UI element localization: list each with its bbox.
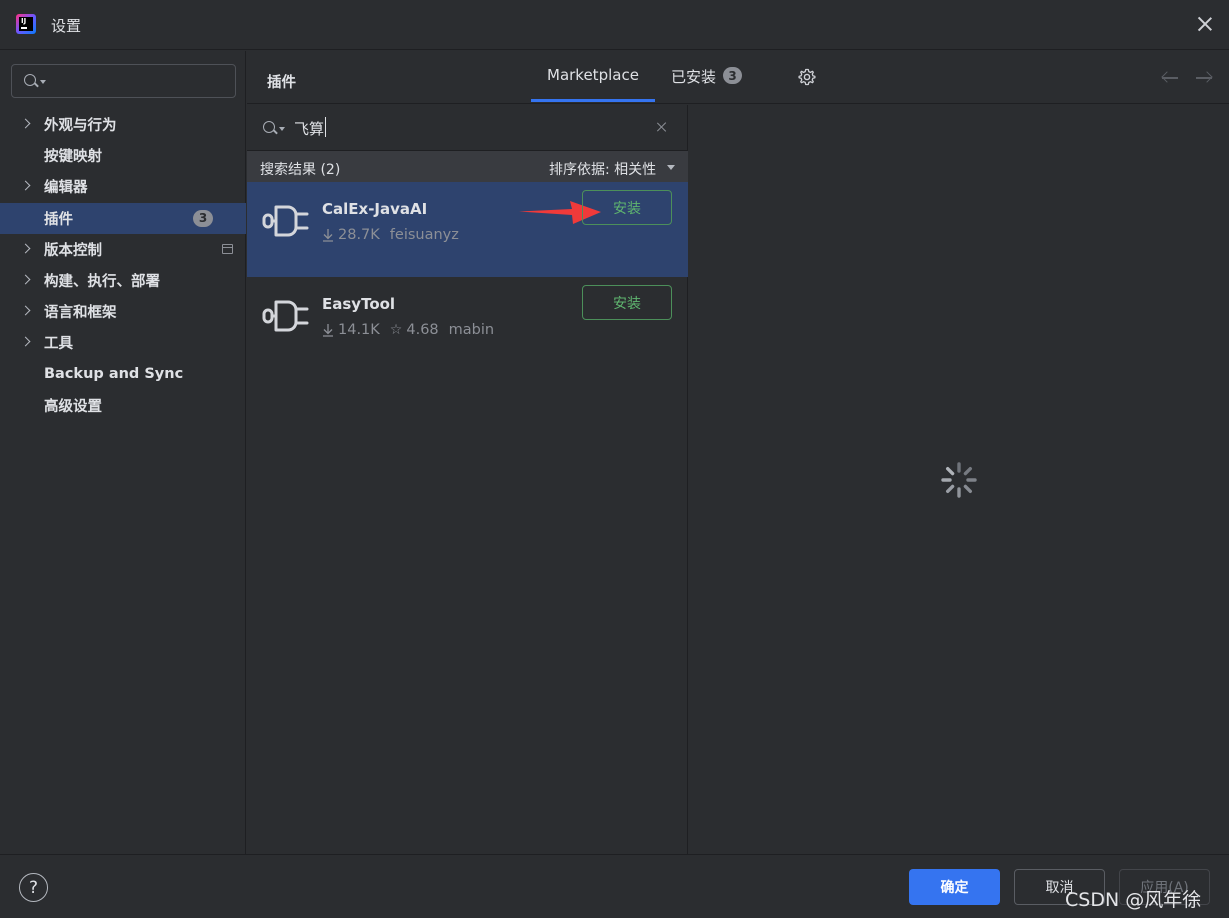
install-button[interactable]: 安装 bbox=[582, 285, 672, 320]
plugins-header: 插件 Marketplace 已安装 3 bbox=[247, 51, 1229, 104]
plugin-meta: 28.7K feisuanyz bbox=[322, 227, 459, 243]
chevron-down-icon bbox=[40, 80, 46, 84]
plugin-name: EasyTool bbox=[322, 295, 396, 313]
sidebar-item-keymap[interactable]: 按键映射 bbox=[0, 140, 246, 171]
sidebar-item-label: 编辑器 bbox=[44, 180, 88, 197]
watermark: CSDN @风年徐 bbox=[1065, 889, 1202, 911]
plugin-vendor: feisuanyz bbox=[389, 227, 459, 243]
download-count: 14.1K bbox=[338, 322, 380, 338]
sidebar-item-label: Backup and Sync bbox=[44, 366, 184, 383]
sidebar-item-build[interactable]: 构建、执行、部署 bbox=[0, 265, 246, 296]
sidebar-item-label: 外观与行为 bbox=[44, 118, 117, 135]
plugin-plug-icon bbox=[262, 205, 309, 237]
tab-marketplace[interactable]: Marketplace bbox=[547, 66, 639, 84]
sidebar-item-appearance[interactable]: 外观与行为 bbox=[0, 109, 246, 140]
page-title: 插件 bbox=[267, 75, 296, 91]
sidebar-item-label: 语言和框架 bbox=[44, 305, 117, 322]
sidebar-item-label: 按键映射 bbox=[44, 149, 102, 166]
download-icon bbox=[323, 229, 333, 242]
plugin-item-easytool[interactable]: EasyTool 14.1K ☆ 4.68 mabin 安装 bbox=[247, 277, 688, 372]
sidebar-item-label: 版本控制 bbox=[44, 242, 102, 259]
chevron-right-icon[interactable] bbox=[20, 336, 31, 347]
dialog-footer: ? 确定 取消 应用(A) CSDN @风年徐 bbox=[0, 854, 1229, 918]
sort-dropdown[interactable]: 排序依据: 相关性 bbox=[549, 159, 656, 179]
ok-button[interactable]: 确定 bbox=[909, 869, 1000, 905]
chevron-down-icon[interactable] bbox=[667, 165, 675, 170]
plugin-name: CalEx-JavaAI bbox=[322, 200, 428, 218]
search-icon bbox=[263, 121, 275, 133]
install-button[interactable]: 安装 bbox=[582, 190, 672, 225]
clear-search-icon[interactable] bbox=[656, 121, 668, 133]
project-scope-icon bbox=[222, 243, 233, 254]
gear-icon[interactable] bbox=[798, 68, 816, 86]
search-icon bbox=[24, 74, 36, 86]
plugin-detail-panel bbox=[689, 105, 1229, 854]
plugin-plug-icon bbox=[262, 300, 309, 332]
download-icon bbox=[323, 324, 333, 337]
forward-arrow-icon[interactable] bbox=[1195, 71, 1213, 85]
plugin-item-calex-javaai[interactable]: CalEx-JavaAI 28.7K feisuanyz 安装 bbox=[247, 182, 688, 277]
results-header: 搜索结果 (2) 排序依据: 相关性 bbox=[247, 151, 688, 182]
plugin-list-panel: 飞算 搜索结果 (2) 排序依据: 相关性 CalEx-JavaAI 28.7K… bbox=[247, 105, 688, 854]
results-count: 搜索结果 (2) bbox=[260, 162, 341, 178]
intellij-logo-icon: IJ bbox=[16, 14, 36, 34]
title-bar: IJ 设置 bbox=[0, 0, 1229, 50]
active-tab-indicator bbox=[531, 99, 655, 102]
sidebar-item-plugins[interactable]: 插件 3 bbox=[0, 202, 246, 234]
window-title: 设置 bbox=[51, 17, 82, 35]
sidebar-item-label: 插件 bbox=[44, 211, 73, 228]
sidebar-item-label: 高级设置 bbox=[44, 398, 102, 415]
sidebar-item-version-control[interactable]: 版本控制 bbox=[0, 234, 246, 265]
sidebar-item-languages[interactable]: 语言和框架 bbox=[0, 296, 246, 327]
plugin-meta: 14.1K ☆ 4.68 mabin bbox=[322, 322, 494, 338]
sidebar-item-label: 构建、执行、部署 bbox=[44, 274, 160, 291]
sidebar-item-advanced[interactable]: 高级设置 bbox=[0, 390, 246, 421]
settings-tree: 外观与行为 按键映射 编辑器 插件 3 版本控制 构建、执行、部署 语言和框架 bbox=[0, 109, 246, 421]
search-query-text[interactable]: 飞算 bbox=[294, 118, 324, 139]
sidebar-item-editor[interactable]: 编辑器 bbox=[0, 171, 246, 202]
plugin-search-input[interactable]: 飞算 bbox=[247, 105, 688, 151]
chevron-right-icon[interactable] bbox=[20, 274, 31, 285]
star-icon: ☆ bbox=[389, 322, 403, 338]
loading-spinner-icon bbox=[941, 462, 977, 498]
chevron-right-icon[interactable] bbox=[20, 118, 31, 129]
plugin-vendor: mabin bbox=[448, 322, 495, 338]
download-count: 28.7K bbox=[338, 227, 380, 243]
chevron-right-icon[interactable] bbox=[20, 243, 31, 254]
settings-search-input[interactable] bbox=[11, 64, 236, 98]
chevron-right-icon[interactable] bbox=[20, 180, 31, 191]
installed-count-badge: 3 bbox=[723, 67, 742, 84]
back-arrow-icon[interactable] bbox=[1161, 71, 1179, 85]
updates-count-badge: 3 bbox=[193, 209, 213, 227]
settings-sidebar: 外观与行为 按键映射 编辑器 插件 3 版本控制 构建、执行、部署 语言和框架 bbox=[0, 51, 246, 854]
text-cursor bbox=[325, 117, 326, 137]
help-button[interactable]: ? bbox=[19, 873, 48, 902]
sidebar-item-backup-sync[interactable]: Backup and Sync bbox=[0, 359, 246, 390]
chevron-down-icon bbox=[279, 127, 285, 131]
plugin-rating: 4.68 bbox=[406, 322, 439, 338]
sidebar-item-tools[interactable]: 工具 bbox=[0, 327, 246, 358]
chevron-right-icon[interactable] bbox=[20, 305, 31, 316]
sidebar-item-label: 工具 bbox=[44, 336, 73, 353]
tab-installed[interactable]: 已安装 bbox=[671, 66, 716, 87]
close-icon[interactable] bbox=[1195, 14, 1215, 34]
